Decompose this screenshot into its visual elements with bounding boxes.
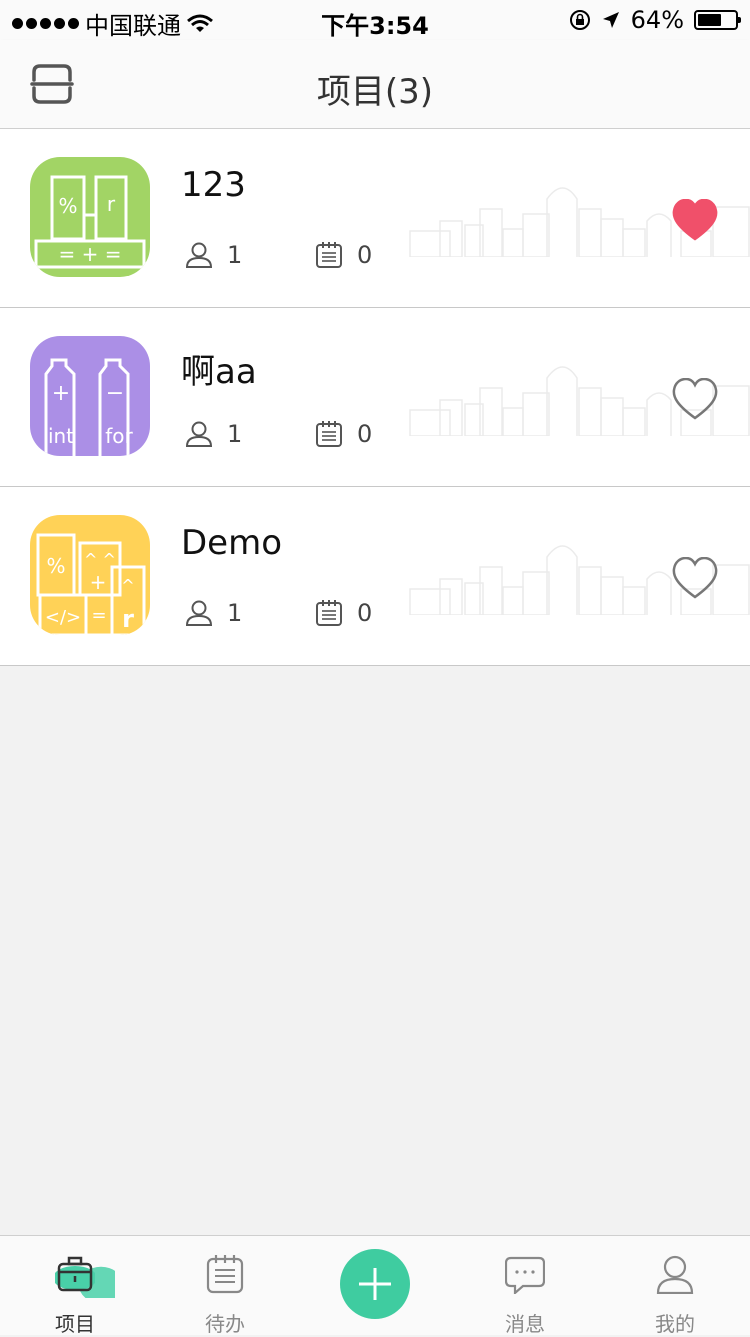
plus-icon [359,1268,391,1300]
battery-fill [698,14,722,26]
svg-text:r: r [107,192,116,216]
task-count: 0 [315,420,372,448]
tab-todo[interactable]: 待办 [165,1236,285,1336]
tab-profile[interactable]: 我的 [615,1236,735,1336]
task-count-value: 0 [357,241,373,269]
project-row[interactable]: + − int for 啊aa 1 0 [0,308,750,487]
project-list: % r = + = 123 1 0 + − int for 啊aa 1 0 % … [0,129,750,666]
status-bar: 中国联通 下午3:54 64% [0,0,750,40]
tab-label: 项目 [55,1312,95,1336]
person-icon [185,600,213,626]
svg-text:</>: </> [45,607,81,628]
member-count: 1 [185,420,242,448]
clipboard-icon [206,1255,244,1294]
notepad-icon [316,421,342,447]
member-count: 1 [185,599,242,627]
member-count-value: 1 [227,599,243,627]
add-project-button[interactable] [340,1249,410,1319]
svg-text:r: r [122,605,134,633]
member-count: 1 [185,241,242,269]
task-count: 0 [315,599,372,627]
project-avatar-icon: % ^ ^ + ^ </> = r [30,515,150,635]
svg-text:+: + [90,570,107,594]
favorite-heart-icon[interactable] [672,199,718,241]
person-icon [185,421,213,447]
member-count-value: 1 [227,241,243,269]
project-row[interactable]: % r = + = 123 1 0 [0,129,750,308]
project-avatar-icon: % r = + = [30,157,150,277]
notepad-icon [316,600,342,626]
favorite-heart-icon[interactable] [672,557,718,599]
tab-label: 待办 [205,1312,245,1336]
project-name: 123 [181,165,246,205]
svg-text:=: = [91,605,106,626]
task-count-value: 0 [357,420,373,448]
task-count: 0 [315,241,372,269]
chat-bubble-icon [505,1256,545,1294]
member-count-value: 1 [227,420,243,448]
page-title: 项目(3) [316,72,434,112]
person-icon [656,1255,694,1294]
project-name: Demo [181,523,283,563]
svg-text:int: int [48,424,74,448]
status-right: 64% [569,6,741,34]
navigation-bar: 项目(3) [0,40,750,129]
svg-text:for: for [105,424,133,448]
task-count-value: 0 [357,599,373,627]
svg-text:−: − [106,381,124,406]
svg-text:^ ^: ^ ^ [84,550,116,569]
tab-messages[interactable]: 消息 [465,1236,585,1336]
tab-projects[interactable]: 项目 [15,1236,135,1336]
tab-label: 消息 [505,1312,545,1336]
notepad-icon [316,242,342,268]
tab-label: 我的 [655,1312,695,1336]
tab-bar: 项目 待办 消息 我的 [0,1235,750,1336]
battery-percent: 64% [630,6,684,34]
battery-icon [694,10,741,30]
location-arrow-icon [602,12,619,28]
project-avatar-icon: + − int for [30,336,150,456]
project-row[interactable]: % ^ ^ + ^ </> = r Demo 1 0 [0,487,750,666]
project-name: 啊aa [181,352,257,392]
svg-text:%: % [58,194,77,218]
svg-text:%: % [46,554,65,578]
favorite-heart-icon[interactable] [672,378,718,420]
svg-text:+: + [52,381,70,406]
svg-text:^: ^ [121,576,134,595]
project-box-outline-icon [55,1256,95,1292]
rotation-lock-icon [569,10,590,30]
person-icon [185,242,213,268]
svg-text:= + =: = + = [59,242,122,266]
